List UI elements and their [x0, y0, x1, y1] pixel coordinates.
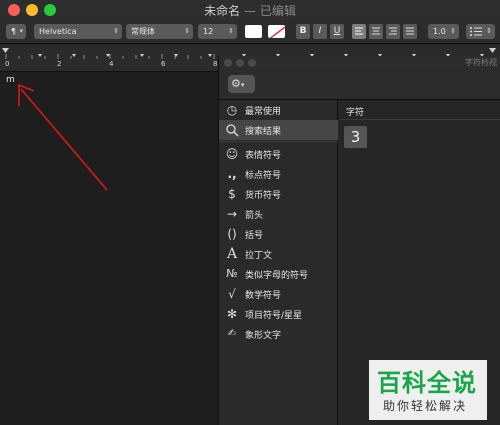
- palette-minimize-button[interactable]: [236, 59, 244, 67]
- parentheses-icon: (): [227, 227, 237, 241]
- chevron-down-icon: ▾: [240, 81, 245, 89]
- settings-menu-button[interactable]: ⚙▾: [228, 75, 255, 93]
- updown-icon: ⇕: [184, 27, 190, 35]
- search-icon: [224, 122, 240, 138]
- palette-close-button[interactable]: [224, 59, 232, 67]
- gear-icon: ⚙: [231, 77, 241, 90]
- font-size-select[interactable]: 12 ⇕: [198, 24, 237, 39]
- category-label: 标点符号: [245, 171, 282, 181]
- underline-button[interactable]: U: [330, 24, 344, 39]
- category-pictographs[interactable]: ✍ 象形文字: [219, 324, 338, 344]
- pictograph-icon: ✍: [227, 328, 237, 339]
- category-label: 箭头: [245, 211, 264, 221]
- paragraph-styles-button[interactable]: ¶ ▾: [6, 24, 26, 39]
- category-label: 搜索结果: [245, 127, 282, 137]
- category-label: 项目符号/星星: [245, 311, 303, 321]
- category-bullets-stars[interactable]: ✻ 项目符号/星星: [219, 304, 338, 324]
- document-name: 未命名: [204, 4, 241, 18]
- align-right-icon: [389, 27, 397, 35]
- results-column-header: 字符: [339, 100, 500, 120]
- font-style-value: 常规体: [131, 27, 155, 36]
- category-math[interactable]: √ 数学符号: [219, 284, 338, 304]
- dollar-icon: $: [228, 187, 236, 201]
- document-text-area[interactable]: m: [0, 72, 218, 425]
- font-size-value: 12: [203, 27, 214, 36]
- category-sidebar: ◷ 最常使用 搜索结果 ☺ 表情符号 ., 标点符号 $ 货币符号 → 箭头 (…: [219, 100, 338, 425]
- category-frequently-used[interactable]: ◷ 最常使用: [219, 100, 338, 120]
- watermark-brand: 百科全说: [377, 369, 477, 397]
- italic-button[interactable]: I: [313, 24, 327, 39]
- category-label: 括号: [245, 231, 264, 241]
- ruler-mark: 0: [5, 60, 10, 68]
- chevron-down-icon: ▾: [19, 27, 23, 35]
- font-family-value: Helvetica: [39, 27, 77, 36]
- align-center-button[interactable]: [369, 24, 383, 39]
- align-left-icon: [355, 27, 363, 35]
- category-latin[interactable]: A 拉丁文: [219, 244, 338, 264]
- updown-icon: ⇕: [450, 27, 456, 35]
- text-editor-window: 未命名 — 已编辑 ¶ ▾ Helvetica ⇕ 常规体 ⇕ 12 ⇕ B I U: [0, 0, 500, 425]
- numero-icon: №: [226, 267, 238, 280]
- ruler-mark: 8: [213, 60, 218, 68]
- line-spacing-select[interactable]: 1.0 ⇕: [428, 24, 459, 39]
- justify-button[interactable]: [403, 24, 417, 39]
- font-family-select[interactable]: Helvetica ⇕: [34, 24, 122, 39]
- palette-toolbar: ⚙▾: [219, 70, 500, 100]
- category-label: 拉丁文: [245, 251, 273, 261]
- category-emoji[interactable]: ☺ 表情符号: [219, 144, 338, 164]
- no-color-icon: [269, 26, 285, 38]
- palette-title-bar: 字符检视: [219, 56, 500, 70]
- format-toolbar: ¶ ▾ Helvetica ⇕ 常规体 ⇕ 12 ⇕ B I U 1.0 ⇕ ⇕: [0, 20, 500, 44]
- category-label: 货币符号: [245, 191, 282, 201]
- magnifier-shape: [226, 124, 239, 137]
- title-bar: 未命名 — 已编辑: [0, 0, 500, 20]
- palette-title: 字符检视: [465, 58, 497, 67]
- watermark-logo: 百科全说 助你轻松解决: [369, 360, 487, 420]
- ruler-mark: 2: [57, 60, 62, 68]
- annotation-arrow-icon: [18, 83, 108, 191]
- align-left-button[interactable]: [352, 24, 366, 39]
- background-color-swatch[interactable]: [268, 25, 285, 38]
- divider: [219, 141, 338, 142]
- category-search-results[interactable]: 搜索结果: [219, 120, 338, 140]
- category-label: 类似字母的符号: [245, 271, 309, 281]
- punctuation-icon: .,: [227, 167, 237, 181]
- latin-a-icon: A: [226, 246, 238, 262]
- align-right-button[interactable]: [386, 24, 400, 39]
- smiley-icon: ☺: [225, 147, 239, 161]
- paragraph-icon: ¶: [11, 27, 17, 36]
- category-label: 最常使用: [245, 107, 282, 117]
- ruler-mark: 4: [109, 60, 114, 68]
- palette-zoom-button[interactable]: [248, 59, 256, 67]
- category-letterlike[interactable]: № 类似字母的符号: [219, 264, 338, 284]
- character-cell[interactable]: 3: [344, 126, 367, 148]
- updown-icon: ⇕: [228, 27, 234, 35]
- updown-icon: ⇕: [113, 27, 119, 35]
- asterisk-icon: ✻: [226, 307, 238, 321]
- window-title: 未命名 — 已编辑: [0, 2, 500, 19]
- category-punctuation[interactable]: ., 标点符号: [219, 164, 338, 184]
- sqrt-icon: √: [228, 287, 236, 301]
- list-style-select[interactable]: ⇕: [466, 24, 495, 39]
- ruler-mark: 6: [161, 60, 166, 68]
- category-label: 象形文字: [245, 331, 282, 341]
- bullet-list-icon: [470, 27, 482, 36]
- clock-icon: ◷: [226, 103, 238, 117]
- font-style-select[interactable]: 常规体 ⇕: [126, 24, 193, 39]
- watermark-slogan: 助你轻松解决: [383, 399, 468, 413]
- justify-icon: [406, 27, 414, 35]
- category-currency[interactable]: $ 货币符号: [219, 184, 338, 204]
- column-header-label: 字符: [346, 108, 365, 118]
- text-color-swatch[interactable]: [245, 25, 262, 38]
- updown-icon: ⇕: [486, 27, 492, 35]
- category-brackets[interactable]: () 括号: [219, 224, 338, 244]
- bold-button[interactable]: B: [296, 24, 310, 39]
- align-center-icon: [372, 27, 380, 35]
- arrow-icon: →: [226, 207, 238, 221]
- category-label: 表情符号: [245, 151, 282, 161]
- category-arrows[interactable]: → 箭头: [219, 204, 338, 224]
- category-label: 数学符号: [245, 291, 282, 301]
- line-spacing-value: 1.0: [433, 27, 446, 36]
- edited-status: — 已编辑: [244, 4, 296, 18]
